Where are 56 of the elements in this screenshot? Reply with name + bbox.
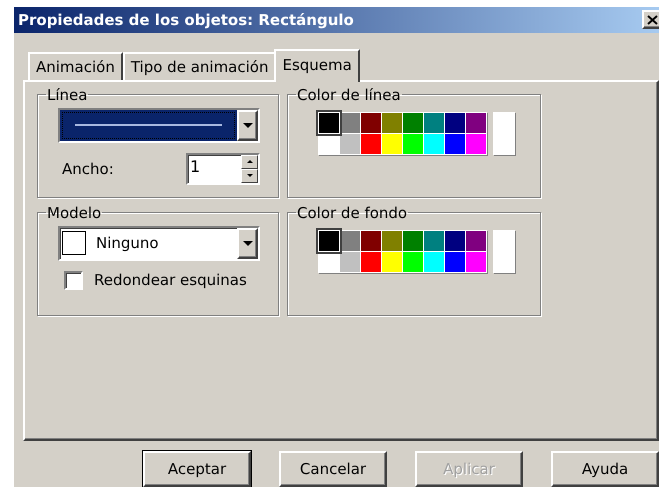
tab[interactable]: Esquema [274, 48, 360, 82]
color-swatch[interactable] [382, 230, 402, 251]
color-swatch[interactable] [382, 112, 402, 133]
color-swatch[interactable] [382, 134, 402, 154]
tab[interactable]: Animación [28, 52, 123, 80]
window-title: Propiedades de los objetos: Rectángulo [18, 10, 354, 29]
color-swatch[interactable] [466, 230, 486, 251]
color-swatch[interactable] [466, 134, 486, 154]
close-button[interactable] [642, 10, 659, 30]
tab[interactable]: Tipo de animación [122, 52, 276, 80]
width-label: Ancho: [62, 160, 114, 178]
line-style-dropdown[interactable] [58, 108, 260, 143]
custom-color-swatch[interactable] [493, 230, 515, 273]
color-swatch[interactable] [466, 112, 486, 133]
color-swatch[interactable] [445, 252, 465, 272]
color-swatch[interactable] [445, 134, 465, 154]
group-title: Color de línea [296, 86, 402, 104]
color-swatch[interactable] [340, 230, 360, 251]
color-swatch[interactable] [319, 230, 339, 251]
dialog-button[interactable]: Ayuda [551, 451, 659, 487]
dialog-button[interactable]: Aceptar [143, 451, 251, 487]
width-spin-field[interactable]: 1 [186, 152, 260, 185]
color-swatch[interactable] [445, 112, 465, 133]
group-title: Línea [46, 86, 88, 104]
color-swatch[interactable] [424, 252, 444, 272]
group-title: Color de fondo [296, 204, 408, 222]
color-swatch[interactable] [403, 230, 423, 251]
custom-color-swatch[interactable] [493, 112, 515, 155]
down-arrow-icon [242, 240, 252, 246]
model-dropdown[interactable]: Ninguno [58, 226, 260, 261]
close-icon [647, 14, 658, 25]
color-swatch[interactable] [340, 112, 360, 133]
down-arrow-icon [246, 174, 252, 178]
color-swatch[interactable] [361, 252, 381, 272]
up-arrow-icon [246, 160, 252, 164]
checkbox-label[interactable]: Redondear esquinas [94, 271, 247, 290]
color-swatch[interactable] [466, 252, 486, 272]
color-swatch[interactable] [382, 252, 402, 272]
down-arrow-icon [242, 122, 252, 128]
color-swatch[interactable] [403, 134, 423, 154]
color-swatch[interactable] [340, 134, 360, 154]
color-swatch[interactable] [340, 252, 360, 272]
dialog-button[interactable]: Cancelar [279, 451, 387, 487]
color-swatch[interactable] [424, 112, 444, 133]
color-swatch[interactable] [361, 112, 381, 133]
color-swatch[interactable] [403, 112, 423, 133]
line-sample-icon [75, 124, 222, 126]
color-swatch[interactable] [319, 112, 339, 133]
color-swatch[interactable] [424, 134, 444, 154]
color-swatch[interactable] [361, 134, 381, 154]
color-swatch[interactable] [424, 230, 444, 251]
color-swatch[interactable] [445, 230, 465, 251]
color-swatch[interactable] [403, 252, 423, 272]
color-swatch[interactable] [361, 230, 381, 251]
group-title: Modelo [46, 204, 102, 222]
checkbox[interactable] [64, 270, 83, 290]
